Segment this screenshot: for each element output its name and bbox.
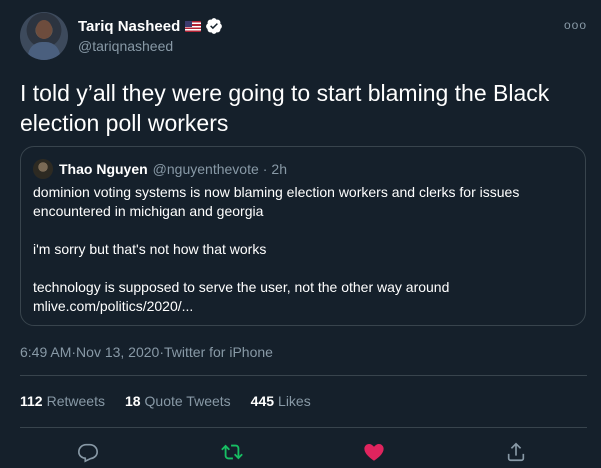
- retweets-stat[interactable]: 112 Retweets: [20, 393, 105, 409]
- quoted-line: dominion voting systems is now blaming e…: [33, 184, 520, 219]
- quoted-line: technology is supposed to serve the user…: [33, 279, 450, 295]
- likes-count: 445: [250, 393, 275, 409]
- quoted-tweet-body: dominion voting systems is now blaming e…: [33, 183, 573, 316]
- like-button[interactable]: [362, 440, 386, 464]
- avatar-head: [36, 20, 52, 39]
- avatar-suit: [28, 42, 60, 60]
- tweet-header: Tariq Nasheed @tariqnasheed ooo: [20, 12, 587, 62]
- tweet-meta: 6:49 AM · Nov 13, 2020 · Twitter for iPh…: [20, 344, 273, 360]
- share-icon: [507, 442, 525, 462]
- tweet-stats: 112 Retweets 18 Quote Tweets 445 Likes: [20, 393, 331, 409]
- reply-icon: [78, 443, 98, 463]
- quoted-author-avatar: [33, 159, 53, 179]
- quotes-count: 18: [124, 393, 141, 409]
- quoted-link[interactable]: mlive.com/politics/2020/...: [33, 297, 573, 316]
- quoted-time: 2h: [271, 161, 287, 177]
- author-name-row: Tariq Nasheed: [78, 17, 223, 35]
- likes-label: Likes: [278, 393, 311, 409]
- heart-icon: [364, 444, 384, 461]
- more-icon[interactable]: ooo: [564, 18, 587, 32]
- quoted-author-name: Thao Nguyen: [59, 161, 148, 177]
- quotes-label: Quote Tweets: [144, 393, 231, 409]
- tweet-date[interactable]: Nov 13, 2020: [76, 344, 159, 360]
- divider: [20, 427, 587, 428]
- author-avatar[interactable]: [20, 12, 68, 60]
- retweet-icon: [221, 444, 243, 460]
- quote-tweets-stat[interactable]: 18 Quote Tweets: [125, 393, 231, 409]
- quoted-tweet-header: Thao Nguyen @nguyenthevote · 2h: [33, 159, 287, 179]
- share-button[interactable]: [504, 440, 528, 464]
- quoted-author-handle: @nguyenthevote: [152, 161, 259, 177]
- divider: [20, 375, 587, 376]
- author-handle[interactable]: @tariqnasheed: [78, 38, 173, 54]
- tweet-time[interactable]: 6:49 AM: [20, 344, 71, 360]
- tweet-source[interactable]: Twitter for iPhone: [164, 344, 273, 360]
- tweet-text: I told y’all they were going to start bl…: [20, 80, 550, 136]
- verified-badge-icon: [206, 18, 223, 34]
- quoted-line: i'm sorry but that's not how that works: [33, 241, 267, 257]
- quoted-separator: ·: [262, 161, 268, 177]
- quoted-tweet[interactable]: Thao Nguyen @nguyenthevote · 2h dominion…: [20, 146, 586, 326]
- us-flag-icon: [185, 20, 202, 32]
- action-bar: [0, 440, 601, 464]
- retweet-button[interactable]: [220, 440, 244, 464]
- likes-stat[interactable]: 445 Likes: [251, 393, 311, 409]
- retweets-label: Retweets: [46, 393, 105, 409]
- reply-button[interactable]: [76, 440, 100, 464]
- retweets-count: 112: [20, 393, 43, 409]
- author-display-name[interactable]: Tariq Nasheed: [78, 18, 180, 35]
